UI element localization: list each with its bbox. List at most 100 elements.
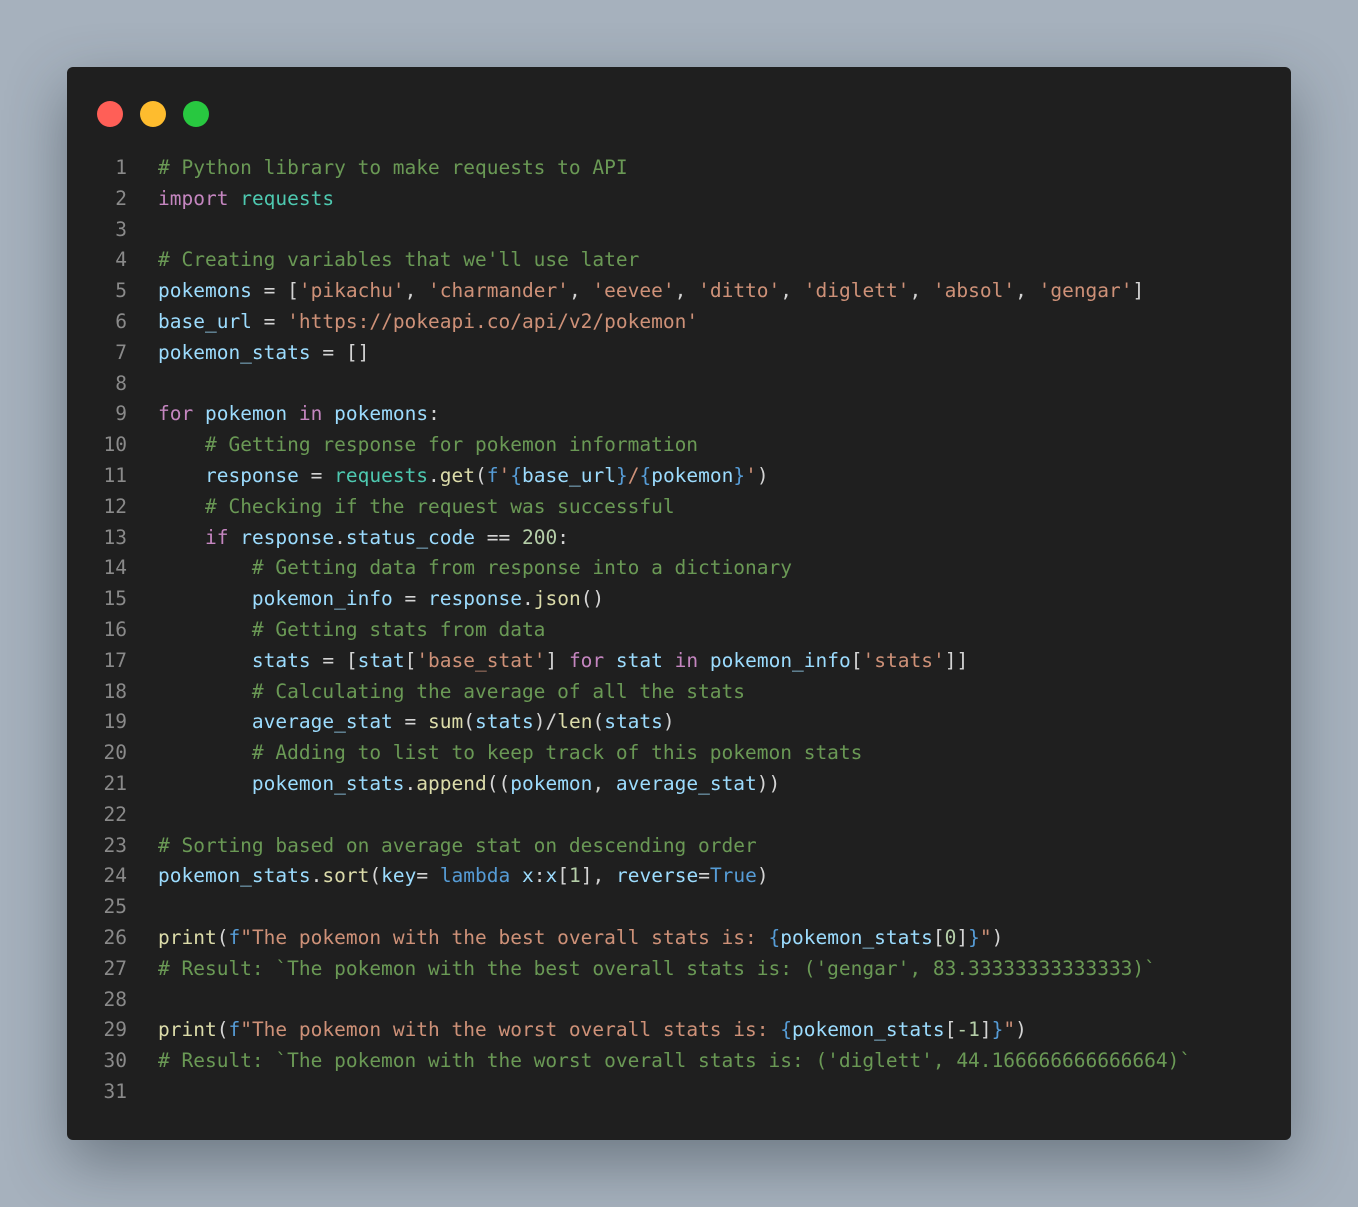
code-line[interactable]: 18 # Calculating the average of all the … (67, 677, 1291, 708)
code-token: import (158, 186, 229, 210)
code-token: stats (475, 710, 534, 734)
code-token: lambda (439, 864, 511, 888)
code-line[interactable]: 4 # Creating variables that we'll use lat… (67, 245, 1291, 276)
code-token: ) (756, 864, 769, 888)
line-number: 12 (103, 494, 127, 518)
code-line[interactable]: 10 # Getting response for pokemon inform… (67, 430, 1291, 461)
code-token: sort (322, 864, 370, 888)
code-token: , (909, 279, 933, 303)
code-line[interactable]: 13 if response.status_code == 200: (67, 523, 1291, 554)
code-token: 'absol' (932, 279, 1016, 303)
code-token: = (392, 710, 429, 734)
code-line[interactable]: 14 # Getting data from response into a d… (67, 553, 1291, 584)
code-token: 1 (569, 864, 581, 888)
code-token: ] (545, 648, 569, 672)
code-line[interactable]: 7 pokemon_stats = [] (67, 338, 1291, 369)
code-token: get (439, 463, 476, 487)
code-token: " (979, 925, 992, 949)
code-text: for pokemon in pokemons: (127, 399, 440, 430)
code-line[interactable]: 15 pokemon_info = response.json() (67, 584, 1291, 615)
code-token: average_stat (251, 710, 393, 734)
code-line[interactable]: 23 # Sorting based on average stat on des… (67, 831, 1291, 862)
code-token: ) (1015, 1018, 1027, 1042)
code-token: 'eevee' (592, 279, 675, 303)
code-token: } (615, 463, 628, 487)
code-token: # Getting data from response into a dict… (251, 556, 792, 580)
line-number: 25 (103, 895, 127, 919)
code-line[interactable]: 31 (67, 1077, 1291, 1108)
code-line[interactable]: 2 import requests (67, 184, 1291, 215)
code-line[interactable]: 28 (67, 985, 1291, 1016)
line-number: 9 (115, 402, 127, 426)
code-text: response = requests.get(f'{base_url}/{po… (127, 461, 769, 492)
code-line[interactable]: 1 # Python library to make requests to AP… (67, 153, 1291, 184)
code-token: f (228, 925, 241, 949)
code-token: " (1003, 1018, 1016, 1042)
code-text: # Getting response for pokemon informati… (127, 430, 698, 461)
code-text: # Getting data from response into a dict… (127, 553, 792, 584)
code-text: average_stat = sum(stats)/len(stats) (127, 707, 675, 738)
close-button[interactable] (97, 101, 123, 127)
code-line[interactable]: 19 average_stat = sum(stats)/len(stats) (67, 707, 1291, 738)
code-line[interactable]: 12 # Checking if the request was success… (67, 492, 1291, 523)
code-line[interactable]: 8 (67, 369, 1291, 400)
code-token: # Checking if the request was successful (204, 494, 675, 518)
code-line[interactable]: 17 stats = [stat['base_stat'] for stat i… (67, 646, 1291, 677)
code-line[interactable]: 27 # Result: `The pokemon with the best o… (67, 954, 1291, 985)
code-token: stat (357, 648, 405, 672)
code-token: reverse (616, 864, 699, 888)
code-line[interactable]: 25 (67, 892, 1291, 923)
code-token: = (698, 864, 710, 888)
code-line[interactable]: 29 print(f"The pokemon with the worst ove… (67, 1015, 1291, 1046)
line-number: 29 (103, 1018, 127, 1042)
code-line[interactable]: 6 base_url = 'https://pokeapi.co/api/v2/p… (67, 307, 1291, 338)
code-token: . (521, 587, 534, 611)
code-line[interactable]: 11 response = requests.get(f'{base_url}/… (67, 461, 1291, 492)
line-number: 7 (115, 340, 127, 364)
code-editor[interactable]: 1 # Python library to make requests to AP… (67, 153, 1291, 1108)
code-token: x (545, 864, 558, 888)
code-token: requests (334, 463, 429, 487)
code-line[interactable]: 3 (67, 215, 1291, 246)
code-line[interactable]: 16 # Getting stats from data (67, 615, 1291, 646)
line-number: 1 (115, 156, 127, 179)
code-line[interactable]: 9 for pokemon in pokemons: (67, 399, 1291, 430)
code-token: for (568, 648, 605, 672)
code-token: . (310, 864, 323, 888)
code-token: # Sorting based on average stat on desce… (158, 833, 757, 857)
code-line[interactable]: 22 (67, 800, 1291, 831)
line-number: 27 (103, 956, 127, 980)
code-line[interactable]: 5 pokemons = ['pikachu', 'charmander', 'e… (67, 276, 1291, 307)
code-line[interactable]: 24 pokemon_stats.sort(key= lambda x:x[1],… (67, 861, 1291, 892)
line-number: 24 (103, 864, 127, 888)
code-token: (( (486, 771, 511, 795)
code-token: } (733, 463, 746, 487)
maximize-button[interactable] (183, 101, 209, 127)
code-token: pokemon_stats (158, 340, 311, 364)
minimize-button[interactable] (140, 101, 166, 127)
code-token: ( (369, 864, 382, 888)
code-line[interactable]: 26 print(f"The pokemon with the best over… (67, 923, 1291, 954)
code-token: requests (240, 186, 335, 210)
code-line[interactable]: 20 # Adding to list to keep track of thi… (67, 738, 1291, 769)
code-line[interactable]: 30 # Result: `The pokemon with the worst … (67, 1046, 1291, 1077)
line-number: 19 (103, 710, 127, 734)
code-token: ' (745, 463, 757, 487)
code-token: pokemons (334, 402, 429, 426)
code-token: average_stat (615, 771, 757, 795)
code-token: ) (662, 710, 675, 734)
code-text: pokemon_stats = [] (127, 338, 369, 369)
code-line[interactable]: 21 pokemon_stats.append((pokemon, averag… (67, 769, 1291, 800)
code-token: [ (557, 864, 570, 888)
code-text: stats = [stat['base_stat'] for stat in p… (127, 646, 968, 677)
code-token: key (381, 864, 417, 888)
